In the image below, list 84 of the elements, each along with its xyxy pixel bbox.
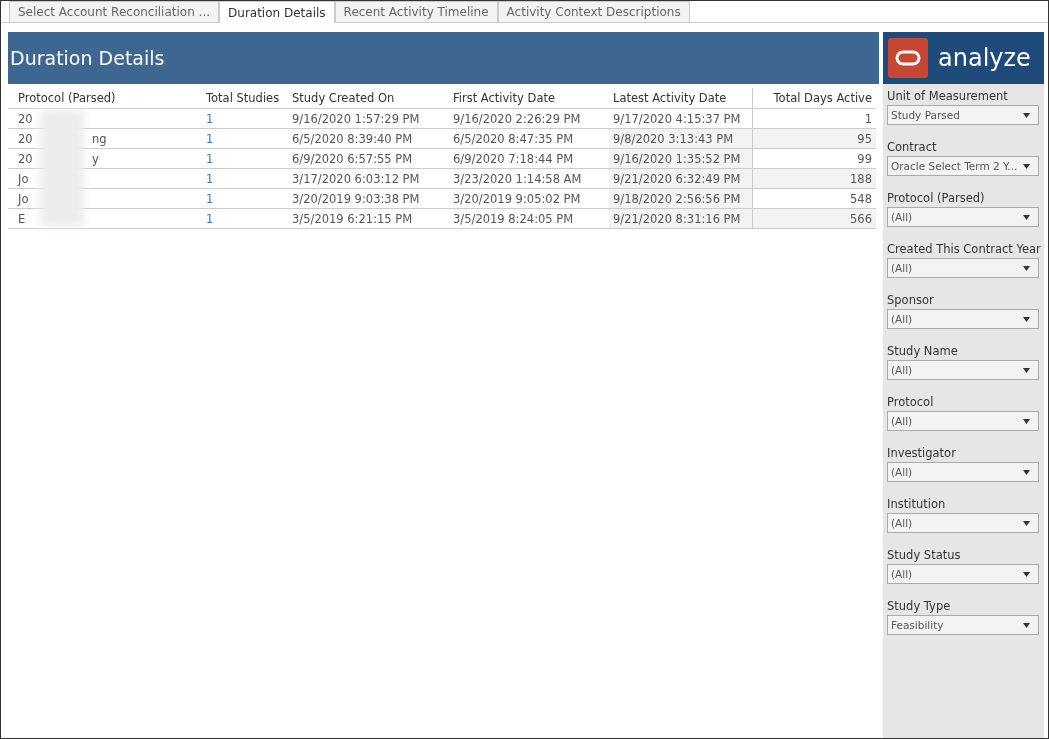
column-header: Total Days Active [752,88,876,109]
table-link[interactable]: 1 [206,171,214,186]
filter-label: Sponsor [887,293,935,307]
table-cell: 188 [850,171,872,186]
filter-label: Institution [887,497,947,511]
dashboard-title: Duration Details [9,47,165,69]
table-cell: 3/20/2019 9:05:02 PM [453,191,581,206]
table-link[interactable]: 1 [206,151,214,166]
dropdown-caret-icon [1023,367,1030,373]
filter-dropdown[interactable]: (All) [887,564,1039,584]
table-cell: 99 [857,151,872,166]
table-cell: 20 [18,111,33,126]
filter-dropdown[interactable]: (All) [887,513,1039,533]
tab[interactable]: Activity Context Descriptions [497,1,690,22]
dropdown-caret-icon [1023,112,1030,118]
table-cell: Jo [18,171,29,186]
column-header: First Activity Date [449,88,609,109]
table-link[interactable]: 1 [206,191,214,206]
table-cell: 3/5/2019 8:24:05 PM [453,211,574,226]
dropdown-caret-icon [1023,469,1030,475]
filter-label: Study Name [887,344,959,358]
table-cell: Jo [18,191,29,206]
table-cell: 566 [850,211,872,226]
table-cell: 20 [18,131,33,146]
table-cell: 9/17/2020 4:15:37 PM [613,111,741,126]
table-cell: 9/16/2020 2:26:29 PM [453,111,581,126]
table-cell: 1 [864,111,872,126]
dropdown-caret-icon [1023,316,1030,322]
table-cell: 3/5/2019 6:21:15 PM [292,211,413,226]
table-cell: 3/17/2020 6:03:12 PM [292,171,420,186]
table-cell: E [18,211,26,226]
table-cell: y [92,151,99,166]
filter-dropdown[interactable]: Feasibility [887,615,1039,635]
dropdown-caret-icon [1023,571,1030,577]
column-header: Study Created On [288,88,449,109]
table-link[interactable]: 1 [206,111,214,126]
filter-dropdown[interactable]: (All) [887,258,1039,278]
dropdown-caret-icon [1023,265,1030,271]
filter-label: Protocol (Parsed) [887,191,986,205]
filter-dropdown[interactable]: (All) [887,360,1039,380]
dropdown-caret-icon [1023,520,1030,526]
table-cell: 6/9/2020 7:18:44 PM [453,151,574,166]
logo-icon [888,38,928,78]
filter-label: Investigator [887,446,957,460]
filter-label: Study Status [887,548,962,562]
dropdown-caret-icon [1023,622,1030,628]
column-header: Total Studies [202,88,288,109]
filter-label: Contract [887,140,938,154]
filter-label: Protocol [887,395,935,409]
table-link[interactable]: 1 [206,211,214,226]
filter-label: Created This Contract Year [887,242,1039,256]
table-cell: 95 [857,131,872,146]
dropdown-caret-icon [1023,163,1030,169]
filter-dropdown[interactable]: Study Parsed [887,105,1039,125]
filter-dropdown[interactable]: (All) [887,411,1039,431]
table-cell: 6/5/2020 8:39:40 PM [292,131,413,146]
tab[interactable]: Duration Details [219,1,335,23]
table-cell: 9/18/2020 2:56:56 PM [613,191,741,206]
table-cell: ng [92,131,107,146]
table-cell: 9/16/2020 1:35:52 PM [613,151,741,166]
table-link[interactable]: 1 [206,131,214,146]
table-cell: 9/16/2020 1:57:29 PM [292,111,420,126]
tab[interactable]: Recent Activity Timeline [334,1,498,22]
filter-dropdown[interactable]: (All) [887,309,1039,329]
filter-dropdown[interactable]: (All) [887,207,1039,227]
filter-label: Unit of Measurement [887,89,1009,103]
filter-dropdown[interactable]: (All) [887,462,1039,482]
table-cell: 9/21/2020 6:32:49 PM [613,171,741,186]
table-cell: 548 [850,191,872,206]
table-cell: 3/23/2020 1:14:58 AM [453,171,582,186]
table-cell: 9/8/2020 3:13:43 PM [613,131,734,146]
table-cell: 9/21/2020 8:31:16 PM [613,211,741,226]
tab[interactable]: Select Account Reconciliation ... [9,1,220,22]
column-header: Latest Activity Date [609,88,753,109]
logo-text: analyze [938,44,1031,72]
table-cell: 20 [18,151,33,166]
dropdown-caret-icon [1023,214,1030,220]
filter-dropdown[interactable]: Oracle Select Term 2 Y... [887,156,1039,176]
column-header: Protocol (Parsed) [8,88,202,109]
dropdown-caret-icon [1023,418,1030,424]
table-cell: 6/5/2020 8:47:35 PM [453,131,574,146]
table-cell: 6/9/2020 6:57:55 PM [292,151,413,166]
filter-label: Study Type [887,599,952,613]
table-cell: 3/20/2019 9:03:38 PM [292,191,420,206]
